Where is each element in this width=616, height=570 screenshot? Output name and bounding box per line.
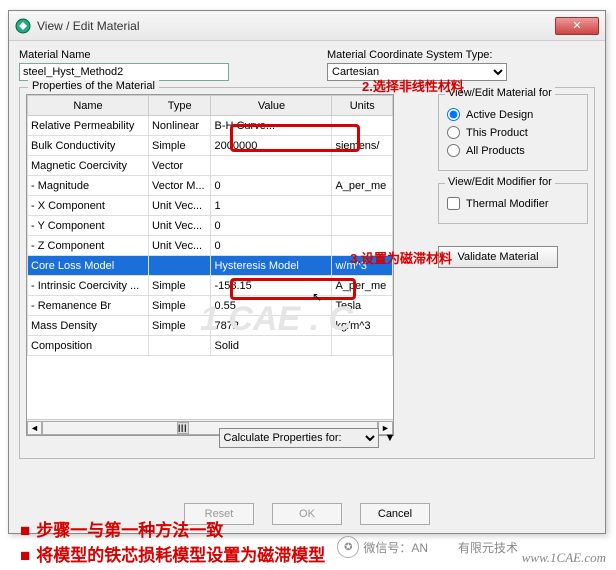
table-row[interactable]: - Intrinsic Coercivity ...Simple-158.15A… xyxy=(28,276,393,296)
col-units[interactable]: Units xyxy=(332,96,393,116)
table-row[interactable]: Core Loss ModelHysteresis Modelw/m^3 xyxy=(28,256,393,276)
table-row[interactable]: Magnetic CoercivityVector xyxy=(28,156,393,176)
material-name-label: Material Name xyxy=(19,49,287,61)
footer-notes: ■步骤一与第一种方法一致 ■将模型的铁芯损耗模型设置为磁滞模型 xyxy=(20,516,325,566)
radio-this-product[interactable]: This Product xyxy=(447,126,581,139)
table-row[interactable]: Mass DensitySimple7872kg/m^3 xyxy=(28,316,393,336)
material-dialog: View / Edit Material ✕ Material Name Mat… xyxy=(8,10,606,534)
properties-legend: Properties of the Material xyxy=(28,80,159,92)
calc-properties-select[interactable]: Calculate Properties for: xyxy=(219,428,379,448)
close-button[interactable]: ✕ xyxy=(555,17,599,35)
validate-material-button[interactable]: Validate Material xyxy=(438,246,558,268)
table-row[interactable]: - Remanence BrSimple0.55Tesla xyxy=(28,296,393,316)
table-row[interactable]: - Y ComponentUnit Vec...0 xyxy=(28,216,393,236)
properties-fieldset: Properties of the Material Name Type Val… xyxy=(19,87,595,459)
wechat-info: ✪ 微信号：AN 有限元技术 xyxy=(337,536,518,558)
window-title: View / Edit Material xyxy=(37,19,555,33)
radio-active-design[interactable]: Active Design xyxy=(447,108,581,121)
chevron-down-icon: ▼ xyxy=(385,432,396,444)
titlebar: View / Edit Material ✕ xyxy=(9,11,605,41)
col-value[interactable]: Value xyxy=(211,96,332,116)
properties-table[interactable]: Name Type Value Units Relative Permeabil… xyxy=(26,94,394,436)
wechat-icon: ✪ xyxy=(337,536,359,558)
table-row[interactable]: Bulk ConductivitySimple2000000siemens/ xyxy=(28,136,393,156)
table-row[interactable]: - Z ComponentUnit Vec...0 xyxy=(28,236,393,256)
table-row[interactable]: CompositionSolid xyxy=(28,336,393,356)
footer-url: www.1CAE.com xyxy=(522,550,606,566)
table-row[interactable]: - MagnitudeVector M...0A_per_me xyxy=(28,176,393,196)
col-name[interactable]: Name xyxy=(28,96,149,116)
chk-thermal-modifier[interactable]: Thermal Modifier xyxy=(447,197,581,210)
coord-type-label: Material Coordinate System Type: xyxy=(327,49,595,61)
modifier-legend: View/Edit Modifier for xyxy=(445,176,555,188)
app-icon xyxy=(15,18,31,34)
cancel-button[interactable]: Cancel xyxy=(360,503,430,525)
view-edit-material-for: View/Edit Material for Active Design Thi… xyxy=(438,94,588,171)
view-edit-modifier-for: View/Edit Modifier for Thermal Modifier xyxy=(438,183,588,224)
view-edit-legend: View/Edit Material for xyxy=(445,87,555,99)
radio-all-products[interactable]: All Products xyxy=(447,144,581,157)
coord-type-select[interactable]: Cartesian xyxy=(327,63,507,81)
col-type[interactable]: Type xyxy=(148,96,211,116)
material-name-input[interactable] xyxy=(19,63,229,81)
table-row[interactable]: - X ComponentUnit Vec...1 xyxy=(28,196,393,216)
table-row[interactable]: Relative PermeabilityNonlinearB-H Curve.… xyxy=(28,116,393,136)
